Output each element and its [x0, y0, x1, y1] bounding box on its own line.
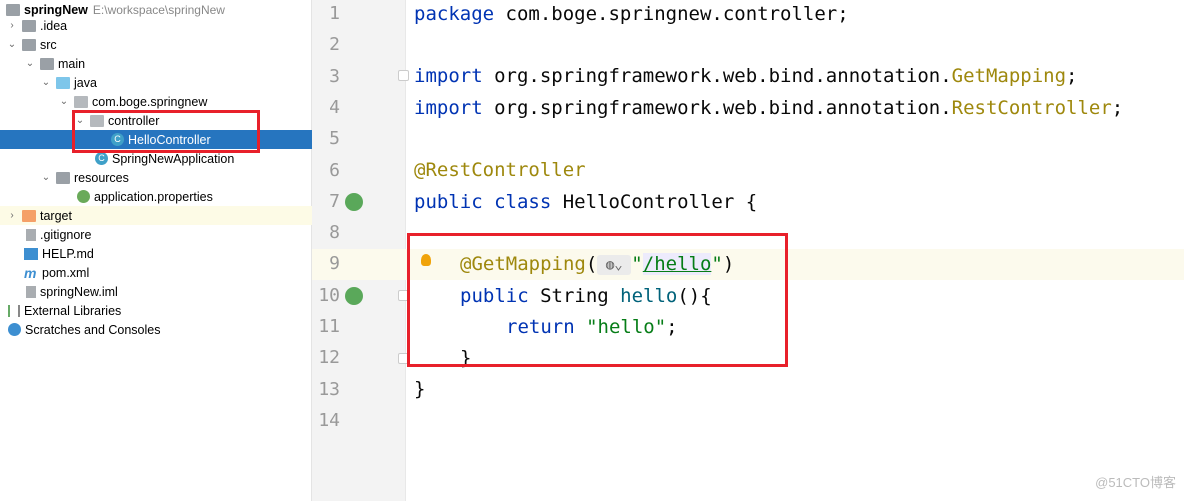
code-text: ;: [1111, 97, 1124, 119]
project-folder-icon: [6, 3, 20, 16]
tree-label: .idea: [40, 18, 68, 33]
chevron-right-icon[interactable]: ›: [6, 20, 18, 31]
spring-bean-icon[interactable]: [345, 193, 363, 211]
tree-label: HELP.md: [42, 246, 94, 261]
tree-label: pom.xml: [42, 265, 90, 280]
line-number: 6: [329, 159, 340, 181]
highlight-box: [72, 110, 260, 153]
code-line-1[interactable]: package com.boge.springnew.controller;: [414, 3, 849, 25]
code-text: ;: [1066, 65, 1078, 87]
tree-item-package[interactable]: ⌄ com.boge.springnew: [0, 92, 312, 111]
chevron-down-icon[interactable]: ⌄: [6, 39, 18, 50]
keyword: public class: [414, 191, 552, 213]
code-line-13[interactable]: }: [414, 378, 425, 400]
line-number: 10: [318, 284, 340, 306]
tree-label: application.properties: [94, 189, 213, 204]
libraries-icon: [8, 304, 20, 317]
tree-item-target[interactable]: › target: [0, 206, 312, 225]
fold-marker-icon[interactable]: [398, 70, 409, 81]
line-number: 14: [318, 409, 340, 431]
keyword: import: [414, 97, 483, 119]
markdown-icon: [24, 247, 38, 260]
chevron-down-icon[interactable]: ⌄: [40, 172, 52, 183]
chevron-down-icon[interactable]: ⌄: [24, 58, 36, 69]
line-number: 13: [318, 378, 340, 400]
tree-item-src[interactable]: ⌄ src: [0, 35, 312, 54]
line-number: 5: [329, 128, 340, 150]
maven-icon: m: [24, 264, 37, 281]
tree-label: src: [40, 37, 57, 52]
code-text: org.springframework.web.bind.annotation.: [482, 65, 952, 87]
tree-item-application-properties[interactable]: application.properties: [0, 187, 312, 206]
resources-folder-icon: [56, 171, 70, 184]
tree-item-iml[interactable]: springNew.iml: [0, 282, 312, 301]
folder-icon: [22, 209, 36, 222]
chevron-down-icon[interactable]: ⌄: [58, 96, 70, 107]
line-number: 4: [329, 96, 340, 118]
tree-label: main: [58, 56, 86, 71]
tree-item-java[interactable]: ⌄ java: [0, 73, 312, 92]
class-name: RestController: [951, 97, 1112, 119]
code-line-4[interactable]: import org.springframework.web.bind.anno…: [414, 97, 1123, 119]
tree-label: External Libraries: [24, 303, 122, 318]
highlight-box: [407, 233, 788, 367]
code-text: HelloController {: [551, 191, 758, 213]
folder-icon: [22, 19, 36, 32]
tree-item-pom[interactable]: m pom.xml: [0, 263, 312, 282]
code-text: org.springframework.web.bind.annotation.: [482, 97, 952, 119]
tree-item-main[interactable]: ⌄ main: [0, 54, 312, 73]
keyword: package: [414, 3, 495, 25]
spring-properties-icon: [77, 190, 90, 203]
folder-icon: [22, 38, 36, 51]
spring-boot-class-icon: C: [95, 152, 108, 165]
code-text: com.boge.springnew.controller;: [494, 3, 849, 25]
tree-label: SpringNewApplication: [112, 151, 235, 166]
project-path: E:\workspace\springNew: [92, 2, 225, 17]
tree-item-scratches[interactable]: Scratches and Consoles: [0, 320, 312, 339]
tree-label: Scratches and Consoles: [25, 322, 161, 337]
tree-item-gitignore[interactable]: .gitignore: [0, 225, 312, 244]
line-number: 8: [329, 222, 340, 244]
tree-label: resources: [74, 170, 129, 185]
tree-item-external-libraries[interactable]: External Libraries: [0, 301, 312, 320]
line-number: 3: [329, 65, 340, 87]
code-line-6[interactable]: @RestController: [414, 159, 586, 181]
watermark: @51CTO博客: [1095, 475, 1176, 490]
tree-label: target: [40, 208, 72, 223]
chevron-down-icon[interactable]: ⌄: [40, 77, 52, 88]
line-number: 12: [318, 347, 340, 369]
keyword: import: [414, 65, 483, 87]
tree-label: springNew.iml: [40, 284, 118, 299]
tree-label: .gitignore: [40, 227, 92, 242]
tree-item-help-md[interactable]: HELP.md: [0, 244, 312, 263]
ignore-file-icon: [26, 228, 36, 241]
tree-item-resources[interactable]: ⌄ resources: [0, 168, 312, 187]
source-folder-icon: [56, 76, 70, 89]
class-name: GetMapping: [951, 65, 1067, 87]
tree-label: com.boge.springnew: [92, 94, 208, 109]
chevron-right-icon[interactable]: ›: [6, 210, 18, 221]
package-icon: [74, 95, 88, 108]
code-line-7[interactable]: public class HelloController {: [414, 191, 757, 213]
module-file-icon: [26, 285, 36, 298]
tree-item-idea[interactable]: › .idea: [0, 16, 312, 35]
project-name: springNew: [24, 2, 88, 17]
code-line-3[interactable]: import org.springframework.web.bind.anno…: [414, 65, 1077, 87]
project-tree[interactable]: springNew E:\workspace\springNew › .idea ⌄…: [0, 0, 312, 501]
tree-label: java: [74, 75, 97, 90]
line-number: 2: [329, 34, 340, 56]
line-number: 9: [329, 253, 340, 275]
scratches-icon: [8, 323, 21, 336]
line-number: 7: [329, 190, 340, 212]
line-number: 1: [329, 3, 340, 24]
spring-endpoint-icon[interactable]: [345, 287, 363, 305]
folder-icon: [40, 57, 54, 70]
line-number: 11: [318, 316, 340, 337]
